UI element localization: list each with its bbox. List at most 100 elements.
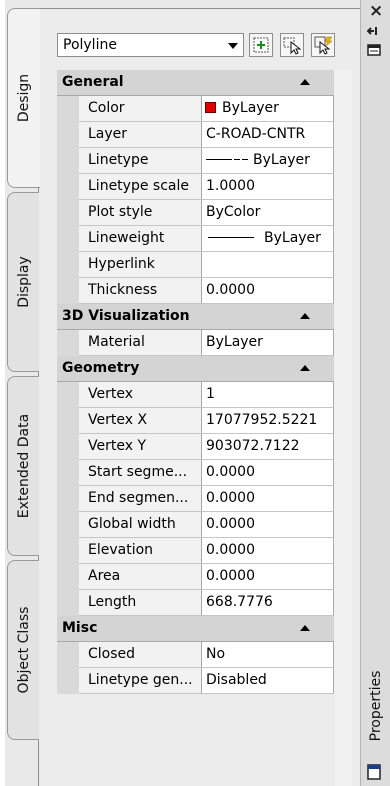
tab-extended-data[interactable]: Extended Data <box>7 376 39 556</box>
property-row[interactable]: Global width 0.0000 <box>57 512 334 538</box>
property-name: Hyperlink <box>79 252 202 278</box>
property-name: Plot style <box>79 200 202 226</box>
row-gutter <box>57 122 79 148</box>
property-row[interactable]: Area 0.0000 <box>57 564 334 590</box>
property-name: Thickness <box>79 278 202 304</box>
property-value[interactable]: 1.0000 <box>202 174 334 200</box>
property-grid-scrollbar[interactable] <box>334 70 352 786</box>
property-name: End segmen... <box>79 486 202 512</box>
property-value[interactable]: 0.0000 <box>202 538 334 564</box>
property-row[interactable]: Lineweight ByLayer <box>57 226 334 252</box>
row-gutter <box>57 330 79 356</box>
object-type-value: Polyline <box>63 37 117 53</box>
property-value[interactable]: ByLayer <box>202 148 334 174</box>
property-value[interactable]: 0.0000 <box>202 486 334 512</box>
row-gutter <box>57 408 79 434</box>
property-value-text: No <box>206 646 226 662</box>
property-value[interactable]: 0.0000 <box>202 460 334 486</box>
row-gutter <box>57 96 79 122</box>
property-value[interactable]: 0.0000 <box>202 278 334 304</box>
property-row[interactable]: Color ByLayer <box>57 96 334 122</box>
property-value[interactable]: ByLayer <box>202 226 334 252</box>
property-value[interactable]: No <box>202 642 334 668</box>
property-name: Linetype gen... <box>79 668 202 694</box>
property-value-text: ByColor <box>206 204 261 220</box>
toggle-pickadd-button[interactable] <box>249 33 273 57</box>
collapse-arrow-icon[interactable] <box>300 79 310 85</box>
property-row[interactable]: Vertex X 17077952.5221 <box>57 408 334 434</box>
property-value[interactable]: Disabled <box>202 668 334 694</box>
property-value[interactable]: 668.7776 <box>202 590 334 616</box>
pin-icon[interactable] <box>366 24 381 41</box>
property-value-text: ByLayer <box>206 334 263 350</box>
property-row[interactable]: Linetype gen... Disabled <box>57 668 334 694</box>
row-gutter <box>57 434 79 460</box>
properties-menu-icon[interactable] <box>367 44 381 59</box>
section-title: Geometry <box>62 360 140 376</box>
property-name: Start segme... <box>79 460 202 486</box>
object-type-dropdown[interactable]: Polyline <box>57 33 244 57</box>
row-gutter <box>57 460 79 486</box>
property-row[interactable]: Thickness 0.0000 <box>57 278 334 304</box>
row-gutter <box>57 278 79 304</box>
property-row[interactable]: Hyperlink <box>57 252 334 278</box>
property-value[interactable]: ByLayer <box>202 96 334 122</box>
property-row[interactable]: Elevation 0.0000 <box>57 538 334 564</box>
collapse-arrow-icon[interactable] <box>300 365 310 371</box>
section-title: Misc <box>62 620 98 636</box>
property-row[interactable]: End segmen... 0.0000 <box>57 486 334 512</box>
property-row[interactable]: Length 668.7776 <box>57 590 334 616</box>
property-name: Linetype scale <box>79 174 202 200</box>
property-value[interactable]: 0.0000 <box>202 564 334 590</box>
property-value[interactable]: 0.0000 <box>202 512 334 538</box>
property-value-text: 668.7776 <box>206 594 273 610</box>
property-row[interactable]: Plot style ByColor <box>57 200 334 226</box>
property-name: Global width <box>79 512 202 538</box>
property-value[interactable]: 903072.7122 <box>202 434 334 460</box>
collapse-arrow-icon[interactable] <box>300 625 310 631</box>
close-icon[interactable]: × <box>369 3 383 20</box>
section-header-geometry[interactable]: Geometry <box>57 356 334 382</box>
property-row[interactable]: Vertex Y 903072.7122 <box>57 434 334 460</box>
section-header-misc[interactable]: Misc <box>57 616 334 642</box>
property-name: Layer <box>79 122 202 148</box>
tab-object-class[interactable]: Object Class <box>7 560 39 740</box>
linetype-preview-icon <box>234 159 240 160</box>
row-gutter <box>57 590 79 616</box>
row-gutter <box>57 486 79 512</box>
section-header-3d-visualization[interactable]: 3D Visualization <box>57 304 334 330</box>
palette-title-bar: × Properties <box>360 0 390 786</box>
property-value[interactable]: 17077952.5221 <box>202 408 334 434</box>
linetype-preview-icon <box>242 159 248 160</box>
section-header-general[interactable]: General <box>57 70 334 96</box>
row-gutter <box>57 226 79 252</box>
select-objects-button[interactable] <box>280 33 304 57</box>
property-row[interactable]: Material ByLayer <box>57 330 334 356</box>
row-gutter <box>57 148 79 174</box>
tab-design[interactable]: Design <box>7 8 40 188</box>
property-row[interactable]: Linetype scale 1.0000 <box>57 174 334 200</box>
property-name: Vertex Y <box>79 434 202 460</box>
row-gutter <box>57 382 79 408</box>
chevron-down-icon <box>228 43 238 49</box>
property-grid: General Color ByLayer Layer C-ROAD-CNTR Linet… <box>57 70 334 694</box>
property-row[interactable]: Vertex 1 <box>57 382 334 408</box>
property-value[interactable] <box>202 252 334 278</box>
property-value-text: 0.0000 <box>206 282 255 298</box>
property-row[interactable]: Linetype ByLayer <box>57 148 334 174</box>
tab-object-class-label: Object Class <box>15 606 32 694</box>
property-row[interactable]: Closed No <box>57 642 334 668</box>
tab-display[interactable]: Display <box>7 192 39 372</box>
property-value[interactable]: ByColor <box>202 200 334 226</box>
quick-select-button[interactable] <box>311 33 335 57</box>
property-value-text: ByLayer <box>264 230 321 246</box>
property-value-text: C-ROAD-CNTR <box>206 126 306 142</box>
property-value[interactable]: C-ROAD-CNTR <box>202 122 334 148</box>
collapse-arrow-icon[interactable] <box>300 313 310 319</box>
property-row[interactable]: Start segme... 0.0000 <box>57 460 334 486</box>
property-row[interactable]: Layer C-ROAD-CNTR <box>57 122 334 148</box>
row-gutter <box>57 642 79 668</box>
property-value[interactable]: 1 <box>202 382 334 408</box>
section-title: 3D Visualization <box>62 308 190 324</box>
property-value[interactable]: ByLayer <box>202 330 334 356</box>
